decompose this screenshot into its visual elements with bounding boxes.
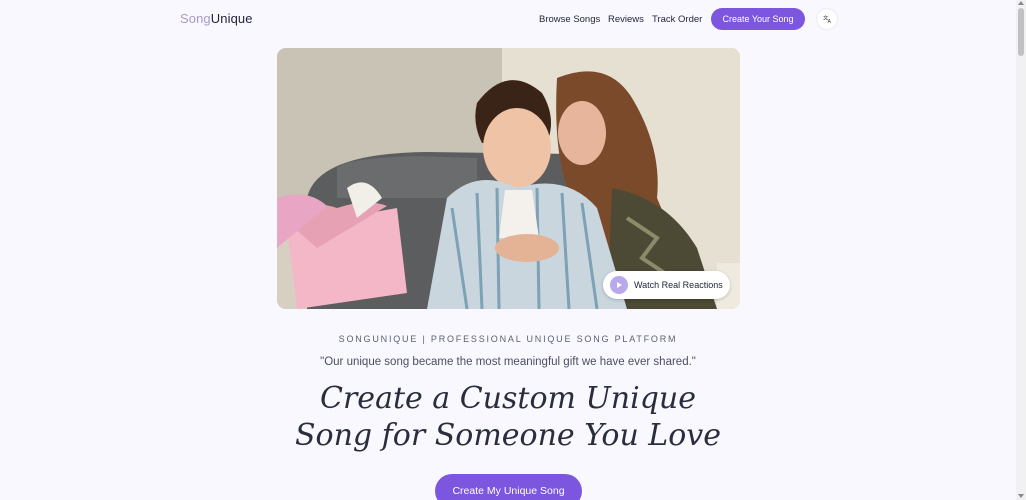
hero-headline: Create a Custom Unique Song for Someone … [0,380,1016,454]
hero-video[interactable] [277,48,740,309]
page: SongUnique Browse Songs Reviews Track Or… [0,0,1026,500]
site-header: SongUnique Browse Songs Reviews Track Or… [0,0,1016,38]
language-button[interactable]: 文 A [817,9,837,29]
play-icon [610,276,628,294]
create-my-unique-song-button[interactable]: Create My Unique Song [435,474,582,500]
hero-headline-line1: Create a Custom Unique [320,381,696,416]
site-logo[interactable]: SongUnique [180,11,253,26]
translate-icon: 文 A [823,13,832,25]
nav-reviews[interactable]: Reviews [608,14,644,25]
testimonial-quote: "Our unique song became the most meaning… [320,356,696,368]
brand-tagline: SONGUNIQUE | PROFESSIONAL UNIQUE SONG PL… [338,334,678,344]
svg-text:A: A [827,19,831,23]
watch-real-reactions-label: Watch Real Reactions [634,280,723,290]
scroll-up-arrow-icon[interactable] [1018,1,1024,5]
hero-headline-line2: Song for Someone You Love [294,418,721,453]
scroll-down-arrow-icon[interactable] [1018,494,1024,498]
watch-real-reactions-button[interactable]: Watch Real Reactions [603,271,730,299]
nav-browse-songs[interactable]: Browse Songs [539,14,600,25]
logo-unique-text: Unique [210,11,253,26]
create-your-song-button[interactable]: Create Your Song [711,8,805,30]
nav-track-order[interactable]: Track Order [652,14,702,25]
video-thumbnail [277,48,740,309]
page-scrollbar[interactable] [1016,0,1026,500]
logo-song-text: Song [180,11,211,26]
scroll-thumb[interactable] [1018,8,1024,56]
